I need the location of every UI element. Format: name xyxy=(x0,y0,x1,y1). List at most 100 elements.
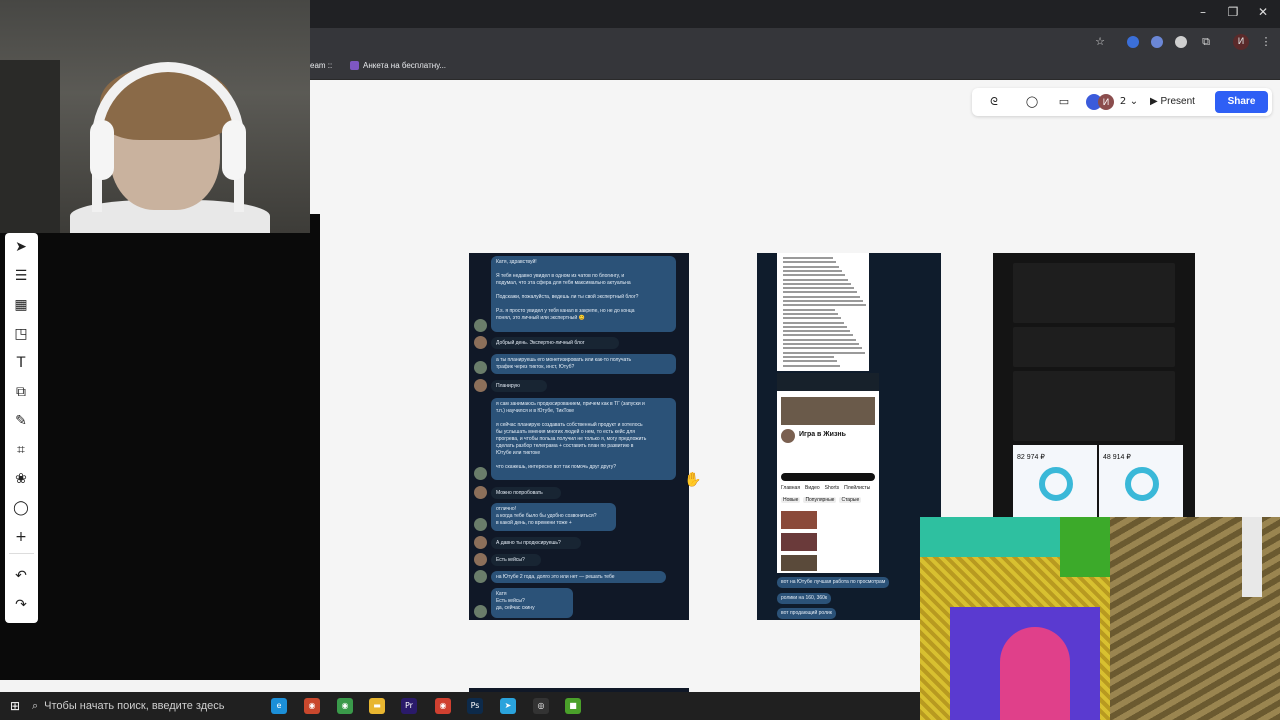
text-tool[interactable]: T xyxy=(9,353,33,373)
crop-tool[interactable]: ⌗ xyxy=(9,440,33,460)
frame-tool[interactable]: ▦ xyxy=(9,295,33,315)
telegram-icon[interactable]: ➤ xyxy=(500,698,516,714)
avatar xyxy=(474,553,487,566)
extension-icon-3[interactable] xyxy=(1175,36,1187,48)
taskbar: ⊞ ⌕ Чтобы начать поиск, введите здесь e ◉ ◉… xyxy=(0,692,920,720)
tool-palette: ➤ ☰ ▦ ◳ T ⧉ ✎ ⌗ ❀ ◯ + ↶ ↷ xyxy=(5,233,38,623)
bookmark-item[interactable]: Анкета на бесплатну... xyxy=(350,61,446,71)
avatar xyxy=(474,361,487,374)
chevron-down-icon[interactable]: ⌄ xyxy=(1129,93,1139,111)
redo-tool[interactable]: ↷ xyxy=(9,595,33,615)
sort-chip: Популярные xyxy=(803,497,837,503)
left-panel-background xyxy=(0,214,320,680)
add-tool[interactable]: + xyxy=(9,527,33,547)
premiere-icon[interactable]: Pr xyxy=(401,698,417,714)
extension-icon-1[interactable] xyxy=(1127,36,1139,48)
document-text-line xyxy=(783,364,840,367)
chat-message: Планирую xyxy=(491,380,547,392)
chat-message: а ты планируешь его монетизировать или к… xyxy=(491,354,676,374)
stencil-tool[interactable]: ❀ xyxy=(9,469,33,489)
sort-chip: Новые xyxy=(781,497,801,503)
chrome-second-icon[interactable]: ◉ xyxy=(435,698,451,714)
channel-title: Игра в Жизнь xyxy=(799,431,846,438)
minimize-button[interactable]: – xyxy=(1188,5,1218,19)
undo-tool[interactable]: ↶ xyxy=(9,566,33,586)
channel-tab: Видео xyxy=(805,485,820,491)
avatar xyxy=(474,379,487,392)
document-text-line xyxy=(783,265,839,268)
document-text-line xyxy=(783,269,842,272)
extensions-icon[interactable]: ⧉ xyxy=(1198,34,1214,50)
document-text-line xyxy=(783,325,847,328)
pen-tool[interactable]: ✎ xyxy=(9,411,33,431)
bookmark-star-icon[interactable]: ☆ xyxy=(1092,34,1108,50)
folder-icon[interactable]: ▬ xyxy=(369,698,385,714)
avatar xyxy=(474,486,487,499)
webcam-overlay xyxy=(0,0,310,233)
chrome-icon[interactable]: ◉ xyxy=(304,698,320,714)
windows-start-icon[interactable]: ⊞ xyxy=(10,699,20,713)
avatar xyxy=(474,319,487,332)
restore-button[interactable]: ❐ xyxy=(1218,5,1248,19)
headphone-ear-left xyxy=(90,120,114,180)
analytics-panel xyxy=(1013,371,1175,441)
templates-tool[interactable]: ☰ xyxy=(9,266,33,286)
screen: – ❐ ✕ ☆ ⧉ И ⋮ eam :: Анкета на бесплатну… xyxy=(0,0,1280,720)
webcam-background-shelf xyxy=(0,60,60,233)
donut-chart xyxy=(1039,467,1073,501)
chat-message: Катя, здравствуй! Я тебя недавно увидел … xyxy=(491,256,676,332)
document-snippet xyxy=(777,253,869,371)
channel-tab: Плейлисты xyxy=(844,485,871,491)
collaborators-count[interactable]: 2 xyxy=(1118,93,1128,111)
document-text-line xyxy=(783,330,850,333)
profile-icon[interactable]: И xyxy=(1233,34,1249,50)
collaborator-avatar[interactable]: И xyxy=(1098,94,1114,110)
edge-icon[interactable]: e xyxy=(271,698,287,714)
reactions-icon[interactable]: ᘓ xyxy=(980,93,1008,111)
chrome-alt-icon[interactable]: ◉ xyxy=(337,698,353,714)
revenue-value: 82 974 ₽ xyxy=(1017,454,1045,461)
analytics-panel xyxy=(1013,327,1175,367)
document-text-line xyxy=(783,360,837,363)
sort-chip: Старые xyxy=(839,497,862,503)
chat-message: Можно попробовать xyxy=(491,487,561,499)
phone-youtube-screenshot: Игра в Жизнь Главная Видео Shorts Плейлисты… xyxy=(777,373,879,573)
chat-message: вот на Ютубе лучшая работа по просмотрам xyxy=(777,577,890,588)
photoshop-icon[interactable]: Ps xyxy=(467,698,483,714)
chat-message: на Ютубе 2 года, долго это или нет — реш… xyxy=(491,571,666,583)
menu-icon[interactable]: ⋮ xyxy=(1258,34,1274,50)
obs-icon[interactable]: ◎ xyxy=(533,698,549,714)
channel-tab: Главная xyxy=(781,485,801,491)
document-text-line xyxy=(783,261,836,264)
search-icon: ⌕ xyxy=(32,699,39,712)
game-character xyxy=(1000,627,1070,720)
chat-message: Добрый день. Экспертно-личный блог xyxy=(491,337,619,349)
close-button[interactable]: ✕ xyxy=(1248,5,1278,19)
document-text-line xyxy=(783,321,844,324)
comment-icon[interactable]: ◯ xyxy=(1022,93,1042,111)
form-icon xyxy=(350,61,359,71)
document-text-line xyxy=(783,351,865,354)
sticky-note-tool[interactable]: ◳ xyxy=(9,324,33,344)
revenue-value: 48 914 ₽ xyxy=(1103,454,1131,461)
channel-screenshot[interactable]: Игра в Жизнь Главная Видео Shorts Плейлисты… xyxy=(757,253,941,620)
chat-screenshot[interactable]: Катя, здравствуй! Я тебя недавно увидел … xyxy=(469,253,689,620)
video-call-icon[interactable]: ▭ xyxy=(1054,93,1074,111)
board-topbar: ᘓ ◯ ▭ И 2 ⌄ ▶ Present Share xyxy=(972,88,1272,116)
select-tool[interactable]: ➤ xyxy=(9,237,33,257)
game-block xyxy=(1060,517,1110,577)
bookmark-item[interactable]: eam :: xyxy=(310,61,332,70)
document-text-line xyxy=(783,343,859,345)
analytics-screenshot[interactable]: 82 974 ₽ 48 914 ₽ xyxy=(993,253,1195,517)
document-text-line xyxy=(783,347,862,350)
document-text-line xyxy=(783,304,866,307)
extension-icon-2[interactable] xyxy=(1151,36,1163,48)
shapes-tool[interactable]: ⧉ xyxy=(9,382,33,402)
document-text-line xyxy=(783,334,853,337)
avatar xyxy=(474,336,487,349)
share-button[interactable]: Share xyxy=(1215,91,1268,113)
comment-tool[interactable]: ◯ xyxy=(9,498,33,518)
taskbar-search[interactable]: ⌕ Чтобы начать поиск, введите здесь xyxy=(32,692,225,720)
minecraft-icon[interactable]: ■ xyxy=(565,698,581,714)
present-button[interactable]: ▶ Present xyxy=(1150,92,1210,112)
